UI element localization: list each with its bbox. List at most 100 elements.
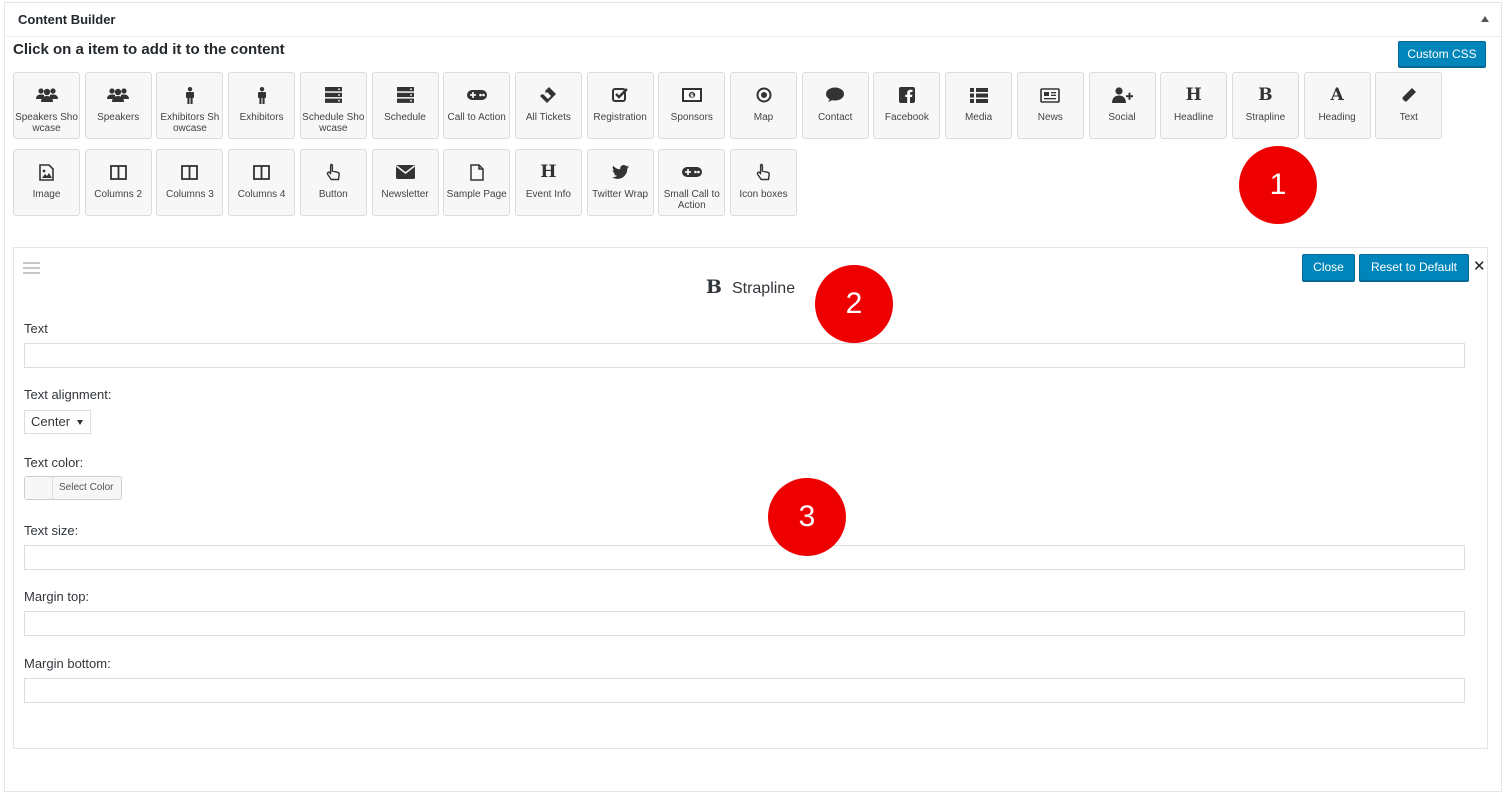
- chevron-down-icon: [77, 420, 83, 425]
- margin-bottom-input[interactable]: [24, 678, 1465, 703]
- element-tile-label: Columns 3: [165, 189, 214, 200]
- ticket-icon: [516, 86, 581, 104]
- element-tile[interactable]: Text: [1375, 72, 1443, 139]
- money-icon: $: [659, 86, 724, 104]
- element-tile-label: Speakers: [97, 112, 140, 123]
- element-tile[interactable]: Facebook: [873, 72, 941, 139]
- annotation-marker-1: 1: [1239, 146, 1317, 224]
- element-tile[interactable]: All Tickets: [514, 72, 582, 139]
- element-tile[interactable]: Exhibitors: [228, 72, 296, 139]
- headline-h-icon: H: [1185, 84, 1202, 105]
- element-tile[interactable]: Contact: [801, 72, 869, 139]
- element-tile-label: Strapline: [1245, 112, 1286, 123]
- pencil-icon: [1376, 86, 1441, 104]
- headline-h-icon: H: [540, 161, 557, 182]
- element-tile-label: Icon boxes: [739, 189, 788, 200]
- element-tile[interactable]: H Event Info: [514, 149, 582, 216]
- element-tile[interactable]: Sample Page: [443, 149, 511, 216]
- pointer-hand-icon: [731, 163, 796, 181]
- server-icon: [301, 86, 366, 104]
- element-tile-label: Exhibitors Showcase: [160, 112, 220, 134]
- element-tile[interactable]: Speakers: [84, 72, 152, 139]
- element-tile-label: Facebook: [884, 112, 929, 123]
- facebook-icon: [874, 86, 939, 104]
- element-tile[interactable]: Registration: [586, 72, 654, 139]
- element-tile-label: Exhibitors: [239, 112, 284, 123]
- margin-top-input[interactable]: [24, 611, 1465, 636]
- svg-text:$: $: [690, 92, 694, 99]
- element-tile-label: Registration: [593, 112, 647, 123]
- element-tile[interactable]: Button: [299, 149, 367, 216]
- text-alignment-value: Center: [31, 414, 71, 429]
- element-tile[interactable]: Twitter Wrap: [586, 149, 654, 216]
- element-tile[interactable]: Media: [945, 72, 1013, 139]
- element-tile-label: Columns 4: [237, 189, 286, 200]
- remove-x-icon[interactable]: ✕: [1473, 257, 1486, 275]
- element-tile[interactable]: Social: [1088, 72, 1156, 139]
- bold-b-icon: B: [1258, 84, 1273, 105]
- element-tile[interactable]: Map: [730, 72, 797, 139]
- element-tile[interactable]: Schedule Showcase: [299, 72, 367, 139]
- panel-header: Content Builder: [5, 3, 1501, 37]
- bold-b-icon: B: [705, 276, 722, 298]
- element-tile[interactable]: Columns 3: [156, 149, 224, 216]
- text-label: Text: [24, 321, 48, 336]
- checkbox-icon: [588, 86, 653, 104]
- text-color-label: Text color:: [24, 455, 84, 470]
- drag-handle-icon[interactable]: [23, 262, 40, 277]
- element-tile-label: Map: [753, 112, 774, 123]
- element-tile[interactable]: Image: [13, 149, 80, 216]
- element-tile-label: News: [1037, 112, 1063, 123]
- element-tile-label: Schedule Showcase: [302, 112, 365, 134]
- element-tile[interactable]: Columns 4: [228, 149, 296, 216]
- annotation-marker-3: 3: [768, 478, 846, 556]
- margin-bottom-label: Margin bottom:: [24, 656, 111, 671]
- custom-css-button[interactable]: Custom CSS: [1398, 41, 1486, 67]
- element-tile[interactable]: News: [1016, 72, 1084, 139]
- users-icon: [14, 86, 79, 104]
- element-tile-label: Media: [964, 112, 993, 123]
- element-tile-label: Schedule: [384, 112, 426, 123]
- letter-a-icon: A: [1330, 84, 1344, 105]
- text-size-input[interactable]: [24, 545, 1465, 570]
- user-plus-icon: [1090, 86, 1155, 104]
- list-icon: [946, 86, 1011, 104]
- element-tile[interactable]: Icon boxes: [730, 149, 797, 216]
- editor-title: B Strapline: [14, 276, 1487, 298]
- select-color-button[interactable]: Select Color: [24, 476, 122, 500]
- element-tile[interactable]: Exhibitors Showcase: [156, 72, 224, 139]
- element-tile-label: All Tickets: [525, 112, 571, 123]
- element-tile[interactable]: Call to Action: [443, 72, 511, 139]
- element-tile[interactable]: $ Sponsors: [658, 72, 726, 139]
- collapse-arrow-icon[interactable]: [1481, 16, 1489, 22]
- element-tile-label: Contact: [817, 112, 853, 123]
- envelope-icon: [373, 163, 438, 181]
- users-icon: [86, 86, 151, 104]
- file-icon: [444, 163, 509, 181]
- text-input[interactable]: [24, 343, 1465, 368]
- columns-icon: [229, 163, 294, 181]
- select-color-label: Select Color: [59, 482, 114, 493]
- margin-top-label: Margin top:: [24, 589, 90, 604]
- element-tile-label: Twitter Wrap: [592, 189, 649, 200]
- element-tile[interactable]: Small Call to Action: [658, 149, 726, 216]
- element-tile[interactable]: Newsletter: [371, 149, 439, 216]
- element-tile-label: Columns 2: [94, 189, 143, 200]
- person-icon: [229, 86, 294, 104]
- element-tile[interactable]: H Headline: [1160, 72, 1228, 139]
- element-tile-label: Speakers Showcase: [15, 112, 78, 134]
- strapline-editor: Close Reset to Default ✕ B Strapline Text…: [13, 247, 1488, 749]
- panel-title: Content Builder: [18, 12, 116, 27]
- element-tile[interactable]: Speakers Showcase: [13, 72, 80, 139]
- element-tile[interactable]: Columns 2: [84, 149, 152, 216]
- newspaper-icon: [1018, 86, 1083, 104]
- element-tile-label: Call to Action: [447, 112, 506, 123]
- element-tile-label: Small Call to Action: [663, 189, 720, 211]
- text-alignment-select[interactable]: Center: [24, 410, 91, 434]
- element-tile[interactable]: Schedule: [371, 72, 439, 139]
- dot-circle-icon: [731, 86, 796, 104]
- gamepad-icon: [659, 163, 724, 181]
- element-tile[interactable]: B Strapline: [1231, 72, 1299, 139]
- element-tile[interactable]: A Heading: [1303, 72, 1371, 139]
- annotation-marker-2: 2: [815, 265, 893, 343]
